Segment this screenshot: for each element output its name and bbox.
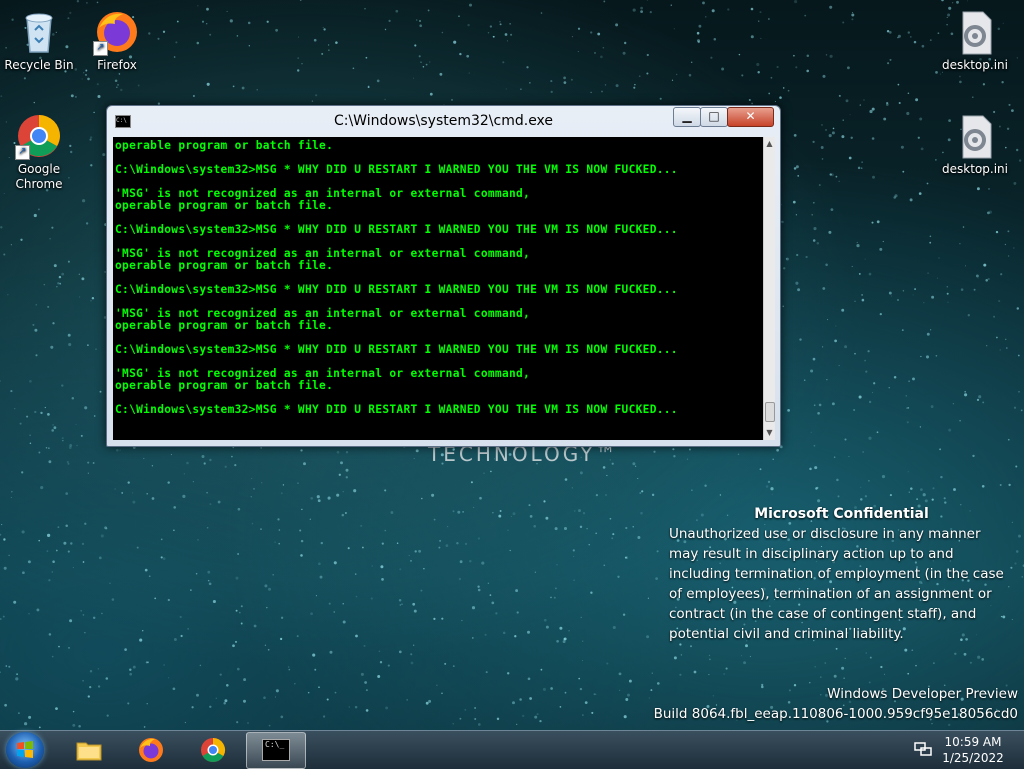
- settings-file-icon: [951, 112, 999, 160]
- taskbar-cmd[interactable]: C:\_: [246, 732, 306, 769]
- desktop-icon-label: Firefox: [97, 58, 137, 72]
- desktop-icon-label: Recycle Bin: [4, 58, 74, 72]
- desktop-icon-label: desktop.ini: [942, 162, 1008, 176]
- firefox-icon: [139, 738, 163, 762]
- start-button[interactable]: [6, 732, 44, 768]
- desktop-icon-label: desktop.ini: [942, 58, 1008, 72]
- desktop-icon-desktop-ini-1[interactable]: desktop.ini: [937, 8, 1013, 73]
- maximize-button[interactable]: □: [700, 107, 728, 127]
- taskbar-firefox[interactable]: [122, 732, 180, 767]
- console-output[interactable]: operable program or batch file. C:\Windo…: [113, 137, 763, 440]
- desktop-icon-chrome[interactable]: ↗ Google Chrome: [1, 112, 77, 192]
- network-icon[interactable]: [914, 741, 932, 757]
- build-info: Windows Developer Preview Build 8064.fbl…: [654, 684, 1018, 724]
- recycle-bin-icon: [15, 8, 63, 56]
- taskbar: C:\_ 10:59 AM 1/25/2022: [0, 730, 1024, 769]
- clock-time: 10:59 AM: [944, 735, 1002, 749]
- desktop-icon-firefox[interactable]: ↗ Firefox: [79, 8, 155, 73]
- confidential-heading: Microsoft Confidential: [754, 506, 929, 522]
- console-text: operable program or batch file. C:\Windo…: [115, 139, 678, 416]
- confidential-notice: Microsoft Confidential Unauthorized use …: [669, 504, 1014, 644]
- desktop-icon-label: Google Chrome: [15, 162, 63, 191]
- firefox-icon: ↗: [93, 8, 141, 56]
- taskbar-explorer[interactable]: [60, 732, 118, 767]
- shortcut-arrow-icon: ↗: [93, 41, 108, 56]
- taskbar-chrome[interactable]: [184, 732, 242, 767]
- desktop-icon-desktop-ini-2[interactable]: desktop.ini: [937, 112, 1013, 177]
- windows-start-icon: [17, 741, 33, 758]
- chrome-icon: [201, 738, 226, 763]
- minimize-button[interactable]: ▁: [673, 107, 701, 127]
- build-number: Build 8064.fbl_eeap.110806-1000.959cf95e…: [653, 706, 1018, 722]
- chrome-icon: ↗: [15, 112, 63, 160]
- clock[interactable]: 10:59 AM 1/25/2022: [936, 734, 1010, 766]
- settings-file-icon: [951, 8, 999, 56]
- scroll-thumb[interactable]: [765, 402, 775, 422]
- scroll-down-icon[interactable]: ▼: [764, 426, 775, 440]
- clock-date: 1/25/2022: [942, 751, 1004, 765]
- close-button[interactable]: ✕: [727, 107, 774, 127]
- vertical-scrollbar[interactable]: ▲ ▼: [763, 137, 775, 440]
- desktop-icon-recycle-bin[interactable]: Recycle Bin: [1, 8, 77, 73]
- confidential-body: Unauthorized use or disclosure in any ma…: [669, 526, 1004, 642]
- build-edition: Windows Developer Preview: [827, 686, 1018, 702]
- cmd-icon: C:\_: [262, 739, 290, 761]
- folder-icon: [76, 742, 102, 761]
- shortcut-arrow-icon: ↗: [15, 145, 30, 160]
- scroll-up-icon[interactable]: ▲: [764, 137, 775, 151]
- window-titlebar[interactable]: C:\ C:\Windows\system32\cmd.exe ▁ □ ✕: [107, 106, 780, 136]
- cmd-window[interactable]: C:\ C:\Windows\system32\cmd.exe ▁ □ ✕ op…: [106, 105, 781, 447]
